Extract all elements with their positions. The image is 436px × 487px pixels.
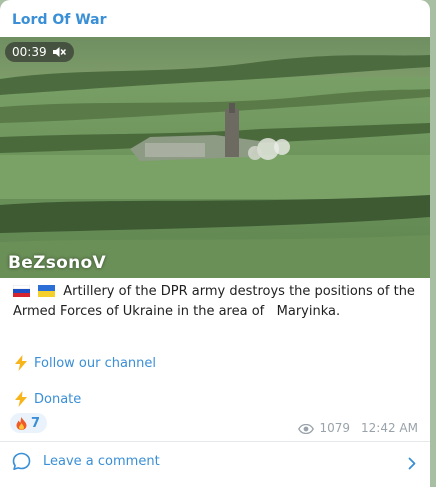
comment-bubble-icon (12, 452, 31, 471)
russia-flag-icon (12, 284, 31, 303)
lightning-icon (14, 355, 28, 371)
leave-comment-button[interactable]: Leave a comment (0, 442, 430, 487)
video-duration-badge: 00:39 (5, 42, 74, 62)
video-player[interactable]: 00:39 BeZsonoV (0, 37, 430, 278)
follow-channel-link[interactable]: Follow our channel (14, 355, 156, 371)
post-meta: 1079 12:42 AM (298, 421, 418, 435)
channel-name[interactable]: Lord Of War (12, 12, 107, 28)
video-frame (0, 37, 430, 278)
chevron-right-icon (408, 455, 416, 470)
video-watermark: BeZsonoV (8, 253, 106, 273)
lightning-icon (14, 391, 28, 407)
post-time: 12:42 AM (361, 421, 418, 435)
message-card: Lord Of War 00:39 BeZsonoV Artillery of … (0, 0, 430, 487)
follow-channel-label: Follow our channel (34, 355, 157, 371)
leave-comment-label: Leave a comment (43, 454, 160, 469)
reaction-fire[interactable]: 7 (10, 413, 48, 433)
reaction-count: 7 (31, 415, 41, 431)
ukraine-flag-icon (38, 285, 56, 303)
fire-icon (16, 416, 27, 430)
donate-label: Donate (34, 391, 82, 407)
donate-link[interactable]: Donate (14, 391, 81, 407)
video-duration: 00:39 (12, 45, 47, 59)
speaker-muted-icon[interactable] (52, 46, 66, 58)
caption-text: Artillery of the DPR army destroys the p… (13, 284, 420, 319)
eye-icon (298, 423, 315, 435)
post-caption: Artillery of the DPR army destroys the p… (12, 283, 420, 321)
view-count: 1079 (319, 421, 351, 435)
